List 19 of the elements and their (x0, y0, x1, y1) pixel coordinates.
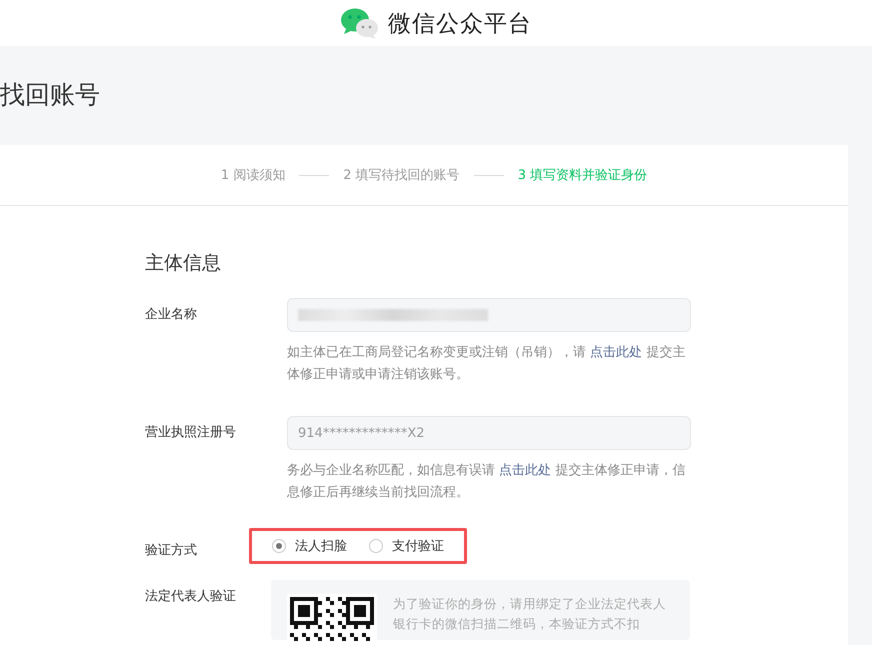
click-here-link[interactable]: 点击此处 (499, 463, 552, 478)
step-label: 1 阅读须知 (220, 167, 286, 184)
step-label: 2 填写待找回的账号 (343, 167, 460, 184)
step-label: 3 填写资料并验证身份 (518, 167, 648, 184)
field-label: 法定代表人验证 (145, 588, 237, 606)
field-label: 验证方式 (145, 542, 198, 560)
brand-name: 微信公众平台 (388, 10, 532, 38)
chat-bubbles-logo (340, 7, 380, 39)
field-hint: 务必与企业名称匹配，如信息有误请 点击此处 提交主体修正申请，信息修正后再继续当前找回流程。 (287, 462, 686, 502)
qr-instructions: 为了验证你的身份，请用绑定了企业法定代表人银行卡的微信扫描二维码，本验证方式不扣 (393, 595, 667, 633)
field-hint: 如主体已在工商局登记名称变更或注销（吊销），请 点击此处 提交主体修正申请或申请注销该账号。 (287, 344, 686, 384)
radio-option[interactable]: 支付验证 (369, 537, 444, 555)
page-title: 找回账号 (0, 79, 101, 111)
field-label: 营业执照注册号 (145, 424, 237, 442)
field-label: 企业名称 (145, 306, 198, 324)
click-here-link[interactable]: 点击此处 (590, 345, 642, 360)
radio-option[interactable]: 法人扫脸 (272, 537, 347, 555)
section-title: 主体信息 (145, 251, 222, 276)
input-field[interactable] (287, 298, 691, 332)
